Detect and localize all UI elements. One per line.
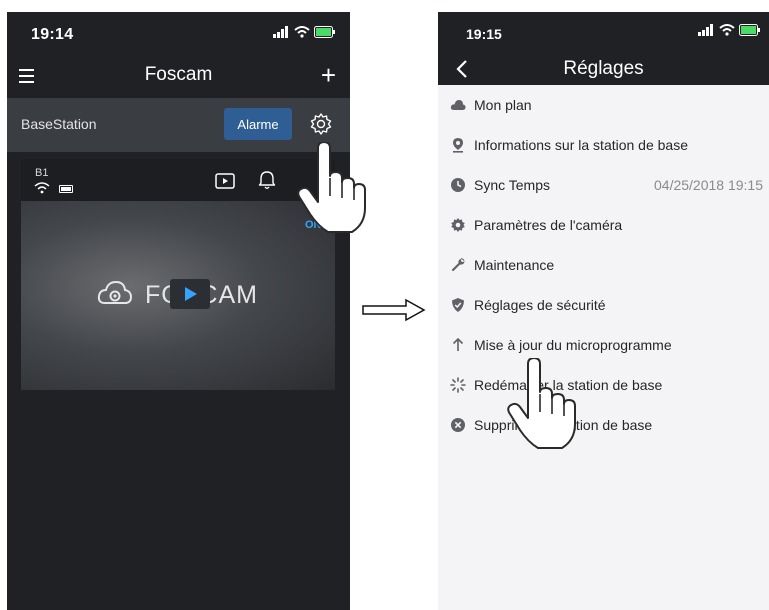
clock-icon (451, 178, 465, 192)
nav-bar: Foscam + (7, 54, 350, 98)
app-title: Foscam (144, 64, 213, 85)
wifi-icon (34, 182, 50, 194)
basestation-name: BaseStation (21, 116, 97, 132)
settings-item-label: Mise à jour du microprogramme (474, 337, 672, 353)
settings-item-label: Paramètres de l'caméra (474, 217, 623, 233)
status-bar: 19:14 (7, 12, 350, 54)
gear-icon[interactable] (309, 112, 333, 136)
sync-time-value: 04/25/2018 19:15 (654, 177, 763, 193)
settings-item-firmware-update[interactable]: Mise à jour du microprogramme (438, 325, 769, 365)
spinner-icon (450, 377, 466, 393)
wifi-icon (294, 26, 310, 38)
foscam-home-screen: 19:14 Foscam + BaseStation Alarme B1 ON (7, 12, 350, 610)
battery-icon (314, 26, 335, 38)
video-record-icon[interactable] (215, 172, 235, 190)
settings-item-security[interactable]: Réglages de sécurité (438, 285, 769, 325)
play-button[interactable] (170, 279, 210, 309)
signal-icon (698, 24, 713, 36)
wrench-icon (451, 258, 465, 271)
settings-item-basestation-info[interactable]: Informations sur la station de base (438, 125, 769, 165)
wifi-icon (719, 24, 735, 36)
settings-item-label: Réglages de sécurité (474, 297, 606, 313)
camera-card[interactable]: B1 ON FOSCAM (21, 159, 335, 390)
settings-item-maintenance[interactable]: Maintenance (438, 245, 769, 285)
camera-id: B1 (35, 167, 49, 179)
signal-icon (273, 26, 288, 38)
settings-item-delete[interactable]: Supprimer la station de base (438, 405, 769, 445)
cloud-icon (97, 280, 133, 304)
pointing-hand-icon (507, 358, 576, 449)
arrow-up-icon (452, 337, 464, 351)
cloud-icon (450, 100, 466, 110)
settings-item-label: Maintenance (474, 257, 555, 273)
pointing-hand-icon (297, 142, 366, 233)
arrow-right-icon (362, 298, 426, 322)
camera-card-header: B1 (21, 159, 335, 201)
settings-item-camera-params[interactable]: Paramètres de l'caméra (438, 205, 769, 245)
status-icons (697, 24, 761, 36)
status-icons (272, 26, 336, 38)
settings-item-label: Sync Temps (474, 177, 550, 193)
add-device-icon[interactable]: + (321, 62, 336, 88)
gear-icon (451, 218, 465, 232)
settings-screen: 19:15 Réglages Mon plan Informations sur… (438, 12, 769, 610)
location-pin-icon (453, 138, 463, 153)
shield-icon (452, 298, 464, 312)
battery-icon (739, 24, 760, 36)
status-time: 19:14 (31, 26, 74, 43)
settings-item-restart[interactable]: Redémarrer la station de base (438, 365, 769, 405)
settings-item-sync-time[interactable]: Sync Temps 04/25/2018 19:15 (438, 165, 769, 205)
close-circle-icon (451, 418, 465, 432)
settings-item-mon-plan[interactable]: Mon plan (438, 85, 769, 125)
settings-header: 19:15 Réglages (438, 12, 769, 85)
camera-preview[interactable]: ON FOSCAM (21, 201, 335, 390)
alarm-button[interactable]: Alarme (224, 108, 292, 140)
battery-icon (59, 185, 73, 193)
status-time: 19:15 (466, 26, 502, 42)
bell-icon[interactable] (258, 170, 276, 190)
settings-item-label: Informations sur la station de base (474, 137, 689, 153)
settings-item-label: Mon plan (474, 97, 532, 113)
page-title: Réglages (563, 58, 644, 79)
